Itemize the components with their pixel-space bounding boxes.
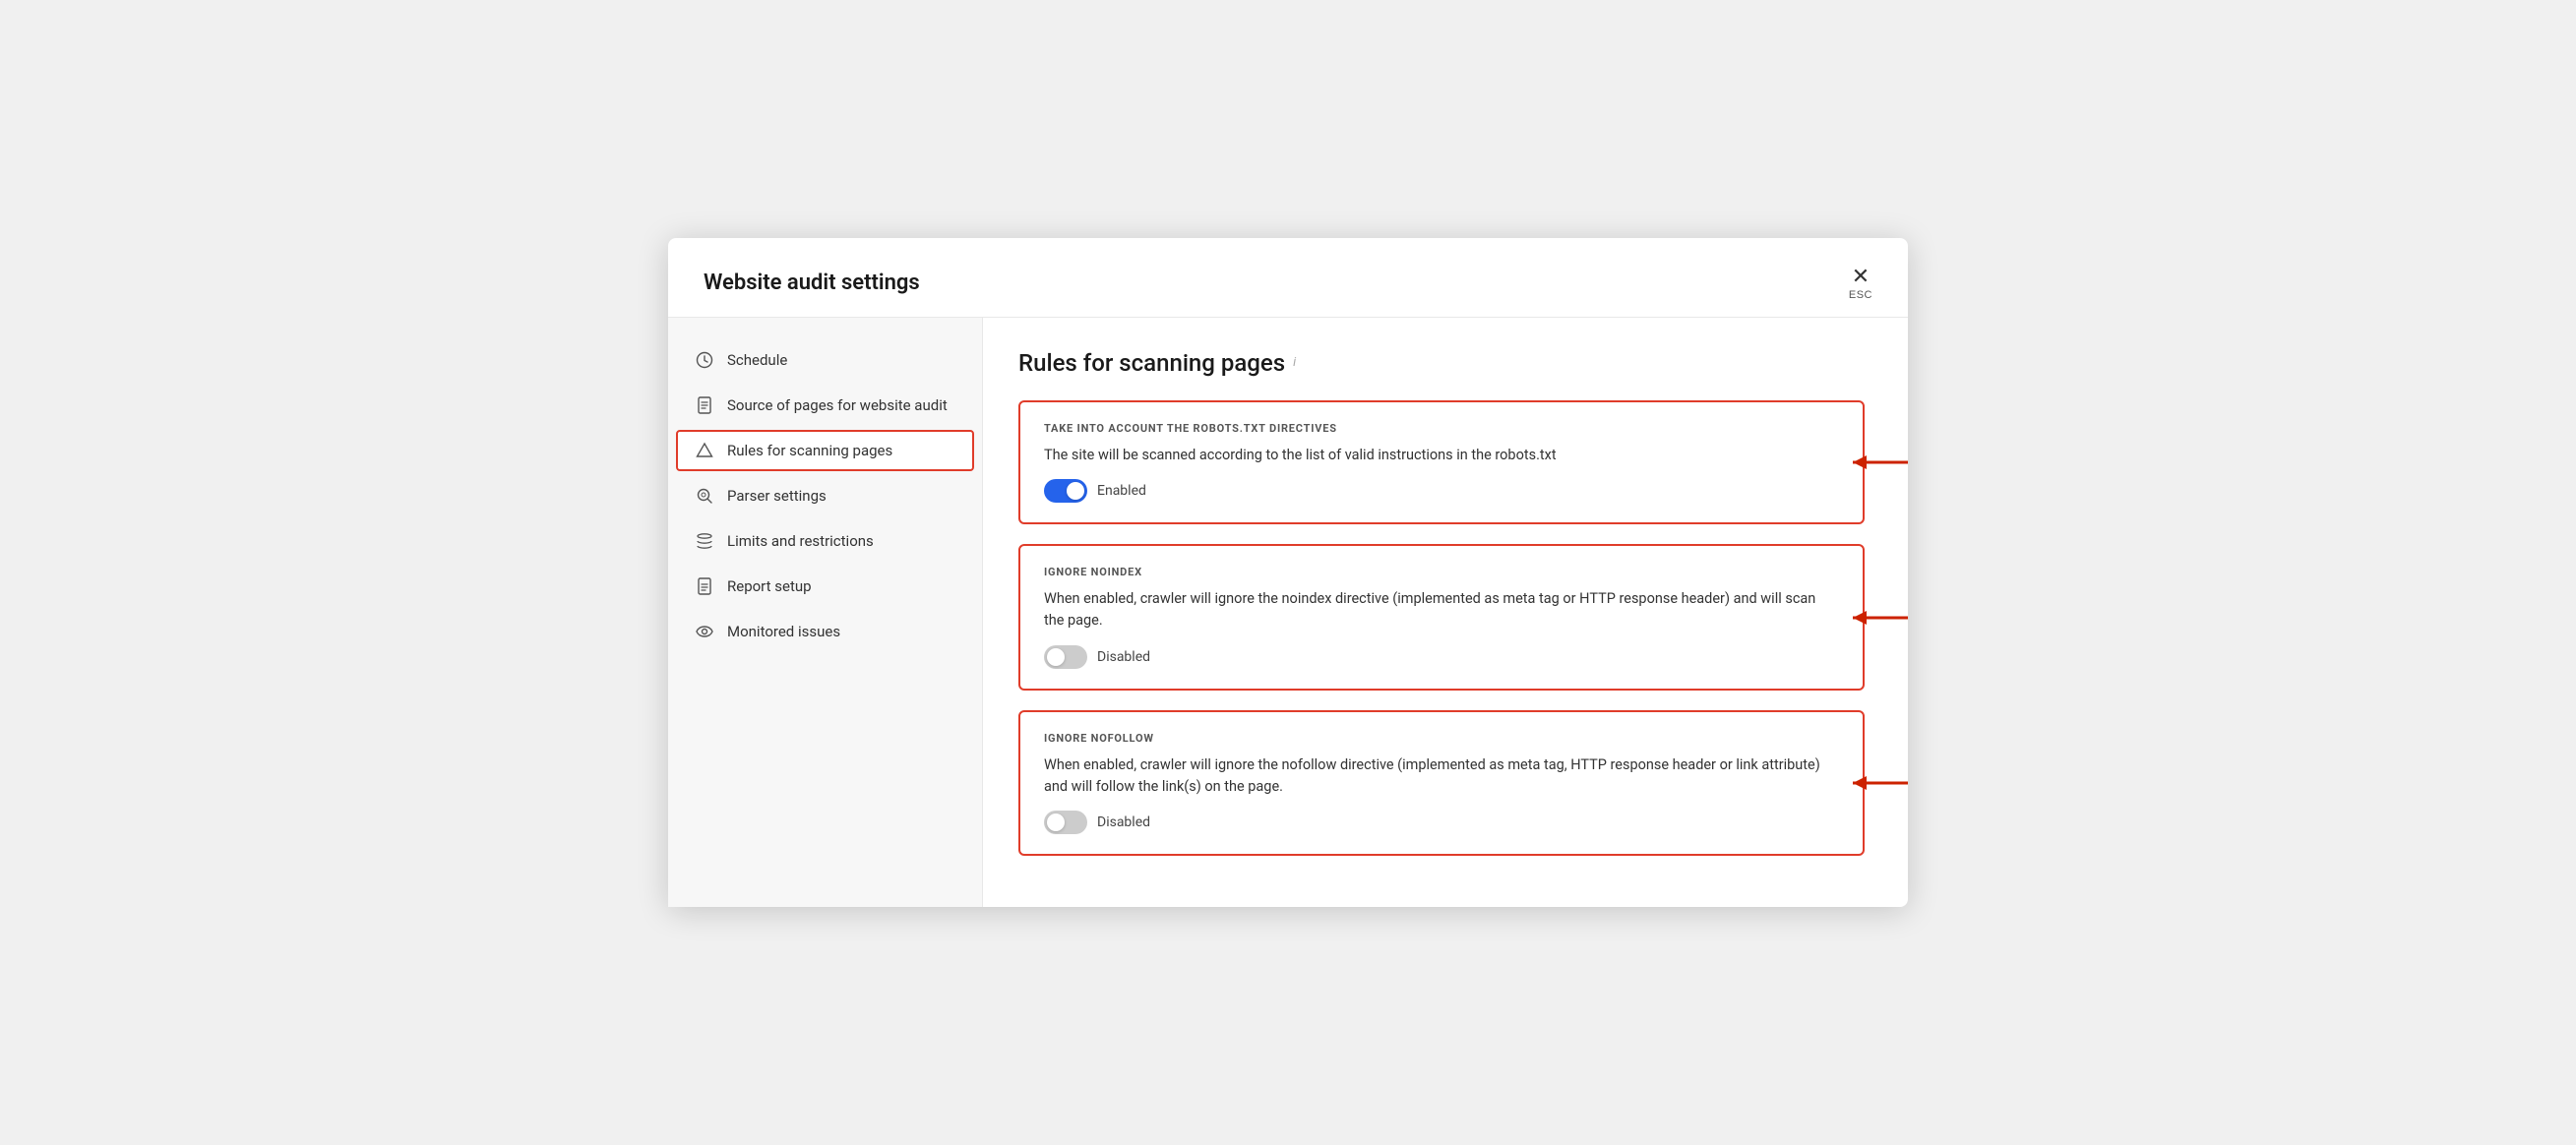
content-title-text: Rules for scanning pages (1018, 349, 1285, 377)
toggle-robots-txt[interactable] (1044, 479, 1087, 503)
sidebar-item-rules[interactable]: Rules for scanning pages (676, 430, 974, 471)
card-desc-ignore-nofollow: When enabled, crawler will ignore the no… (1044, 754, 1839, 798)
setting-card-ignore-noindex: IGNORE NOINDEX When enabled, crawler wil… (1018, 544, 1865, 691)
esc-label: ESC (1849, 289, 1872, 301)
content-area: Rules for scanning pages i TAKE INTO ACC… (983, 318, 1908, 908)
setting-card-robots-txt: TAKE INTO ACCOUNT THE ROBOTS.TXT DIRECTI… (1018, 400, 1865, 525)
toggle-knob-ignore-nofollow (1047, 814, 1065, 831)
toggle-label-robots-txt: Enabled (1097, 483, 1146, 499)
toggle-label-ignore-nofollow: Disabled (1097, 814, 1150, 830)
sidebar-item-label-schedule: Schedule (727, 351, 787, 369)
toggle-label-ignore-noindex: Disabled (1097, 649, 1150, 665)
layers-icon (694, 533, 715, 549)
sidebar-item-schedule[interactable]: Schedule (668, 337, 982, 383)
card-label-ignore-nofollow: IGNORE NOFOLLOW (1044, 732, 1839, 745)
sidebar-item-report[interactable]: Report setup (668, 564, 982, 609)
modal-header: Website audit settings ✕ ESC (668, 238, 1908, 318)
sidebar-item-label-report: Report setup (727, 577, 812, 595)
card-desc-robots-txt: The site will be scanned according to th… (1044, 445, 1839, 466)
sidebar-item-label-source: Source of pages for website audit (727, 396, 948, 414)
setting-card-ignore-nofollow: IGNORE NOFOLLOW When enabled, crawler wi… (1018, 710, 1865, 857)
sidebar-item-label-rules: Rules for scanning pages (727, 442, 892, 459)
toggle-row-ignore-nofollow: Disabled (1044, 811, 1839, 834)
card-label-robots-txt: TAKE INTO ACCOUNT THE ROBOTS.TXT DIRECTI… (1044, 422, 1839, 435)
modal-title: Website audit settings (704, 271, 920, 295)
modal-body: Schedule Source of pages for website aud… (668, 318, 1908, 908)
doc-icon (694, 396, 715, 414)
sidebar-item-source[interactable]: Source of pages for website audit (668, 383, 982, 428)
report-icon (694, 577, 715, 595)
arrow-robots-txt (1853, 449, 1908, 476)
sidebar-item-label-parser: Parser settings (727, 487, 827, 505)
sidebar-item-label-limits: Limits and restrictions (727, 532, 874, 550)
arrow-ignore-noindex (1853, 604, 1908, 632)
toggle-ignore-nofollow[interactable] (1044, 811, 1087, 834)
toggle-knob-robots-txt (1067, 482, 1084, 500)
arrow-ignore-nofollow (1853, 769, 1908, 797)
info-icon: i (1293, 355, 1296, 370)
toggle-row-ignore-noindex: Disabled (1044, 645, 1839, 669)
content-title: Rules for scanning pages i (1018, 349, 1865, 377)
eye-icon (694, 626, 715, 637)
sidebar-item-parser[interactable]: Parser settings (668, 473, 982, 518)
card-label-ignore-noindex: IGNORE NOINDEX (1044, 566, 1839, 578)
search-icon (694, 487, 715, 505)
clock-icon (694, 351, 715, 369)
website-audit-settings-modal: Website audit settings ✕ ESC Schedule So… (668, 238, 1908, 908)
sidebar-item-label-monitored: Monitored issues (727, 623, 840, 640)
sidebar: Schedule Source of pages for website aud… (668, 318, 983, 908)
close-button[interactable]: ✕ ESC (1849, 266, 1872, 301)
sidebar-item-limits[interactable]: Limits and restrictions (668, 518, 982, 564)
card-desc-ignore-noindex: When enabled, crawler will ignore the no… (1044, 588, 1839, 632)
toggle-ignore-noindex[interactable] (1044, 645, 1087, 669)
triangle-icon (694, 442, 715, 458)
toggle-knob-ignore-noindex (1047, 648, 1065, 666)
sidebar-item-monitored[interactable]: Monitored issues (668, 609, 982, 654)
close-icon: ✕ (1852, 266, 1870, 287)
toggle-row-robots-txt: Enabled (1044, 479, 1839, 503)
